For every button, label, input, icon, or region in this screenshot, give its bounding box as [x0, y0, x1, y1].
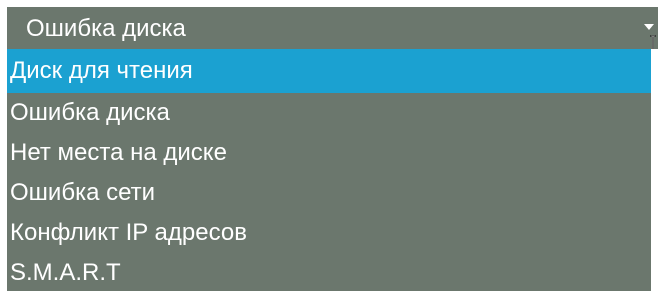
- event-type-dropdown[interactable]: Ошибка диска Диск для чтения Ошибка диск…: [0, 0, 658, 291]
- option-disk-error[interactable]: Ошибка диска: [7, 93, 651, 133]
- selected-option-label: Ошибка диска: [26, 15, 186, 42]
- option-read-only-disk[interactable]: Диск для чтения: [7, 49, 651, 93]
- dropdown-options-list: Диск для чтения Ошибка диска Нет места н…: [7, 49, 658, 291]
- chevron-down-icon[interactable]: [644, 24, 654, 30]
- option-ip-conflict[interactable]: Конфликт IP адресов: [7, 213, 651, 253]
- option-smart[interactable]: S.M.A.R.T: [7, 253, 651, 293]
- option-network-error[interactable]: Ошибка сети: [7, 173, 651, 213]
- dropdown-select-box[interactable]: Ошибка диска: [7, 7, 658, 49]
- option-no-disk-space[interactable]: Нет места на диске: [7, 133, 651, 173]
